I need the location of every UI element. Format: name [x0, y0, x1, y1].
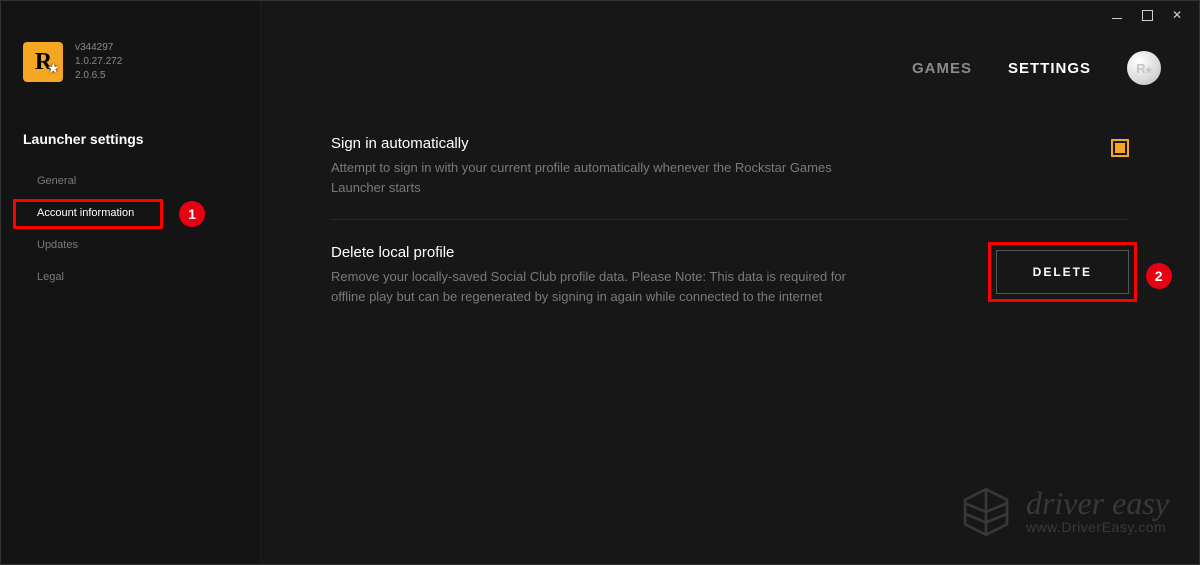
signin-checkbox[interactable]: [1111, 139, 1129, 157]
setting-delete-row: Delete local profile Remove your locally…: [331, 234, 1129, 328]
close-button[interactable]: ✕: [1171, 9, 1183, 21]
window-controls: ✕: [1111, 1, 1199, 21]
setting-signin-text: Sign in automatically Attempt to sign in…: [331, 135, 1087, 197]
setting-delete-desc: Remove your locally-saved Social Club pr…: [331, 267, 871, 306]
settings-content: Sign in automatically Attempt to sign in…: [261, 115, 1199, 328]
minimize-button[interactable]: [1111, 9, 1123, 21]
setting-delete-text: Delete local profile Remove your locally…: [331, 244, 972, 306]
setting-signin-desc: Attempt to sign in with your current pro…: [331, 158, 871, 197]
sidebar-section-title: Launcher settings: [1, 123, 260, 165]
setting-delete-title: Delete local profile: [331, 244, 972, 261]
version-info: v344297 1.0.27.272 2.0.6.5: [75, 41, 122, 83]
sidebar-item-updates[interactable]: Updates: [1, 229, 260, 261]
maximize-button[interactable]: [1141, 9, 1153, 21]
version-line: 1.0.27.272: [75, 55, 122, 69]
delete-button[interactable]: DELETE: [996, 250, 1129, 294]
watermark-text-block: driver easy www.DriverEasy.com: [1026, 489, 1169, 536]
sidebar: R ★ v344297 1.0.27.272 2.0.6.5 Launcher …: [1, 1, 261, 564]
nav-games[interactable]: GAMES: [912, 60, 972, 77]
setting-signin-row: Sign in automatically Attempt to sign in…: [331, 125, 1129, 220]
delete-button-wrap: DELETE 2: [996, 250, 1129, 294]
nav-settings[interactable]: SETTINGS: [1008, 60, 1091, 77]
sidebar-item-account-information[interactable]: Account information: [1, 197, 260, 229]
rockstar-logo-icon: R ★: [23, 42, 63, 82]
watermark-url: www.DriverEasy.com: [1026, 519, 1169, 535]
watermark-brand: driver easy: [1026, 489, 1169, 518]
brand-block: R ★ v344297 1.0.27.272 2.0.6.5: [1, 21, 260, 123]
app-root: R ★ v344297 1.0.27.272 2.0.6.5 Launcher …: [1, 1, 1199, 564]
annotation-step-2-badge: 2: [1146, 263, 1172, 289]
checkbox-checked-icon: [1115, 143, 1125, 153]
avatar[interactable]: R★: [1127, 51, 1161, 85]
sidebar-item-account-wrap: Account information 1: [1, 197, 260, 229]
logo-star-icon: ★: [47, 60, 60, 77]
top-nav: GAMES SETTINGS R★: [261, 1, 1199, 115]
sidebar-item-legal[interactable]: Legal: [1, 261, 260, 293]
version-line: 2.0.6.5: [75, 69, 122, 83]
avatar-text: R★: [1136, 61, 1151, 76]
version-line: v344297: [75, 41, 122, 55]
watermark: driver easy www.DriverEasy.com: [958, 484, 1169, 540]
setting-signin-title: Sign in automatically: [331, 135, 1087, 152]
sidebar-item-general[interactable]: General: [1, 165, 260, 197]
drivereasy-logo-icon: [958, 484, 1014, 540]
annotation-step-1-badge: 1: [179, 201, 205, 227]
main-panel: GAMES SETTINGS R★ Sign in automatically …: [261, 1, 1199, 564]
